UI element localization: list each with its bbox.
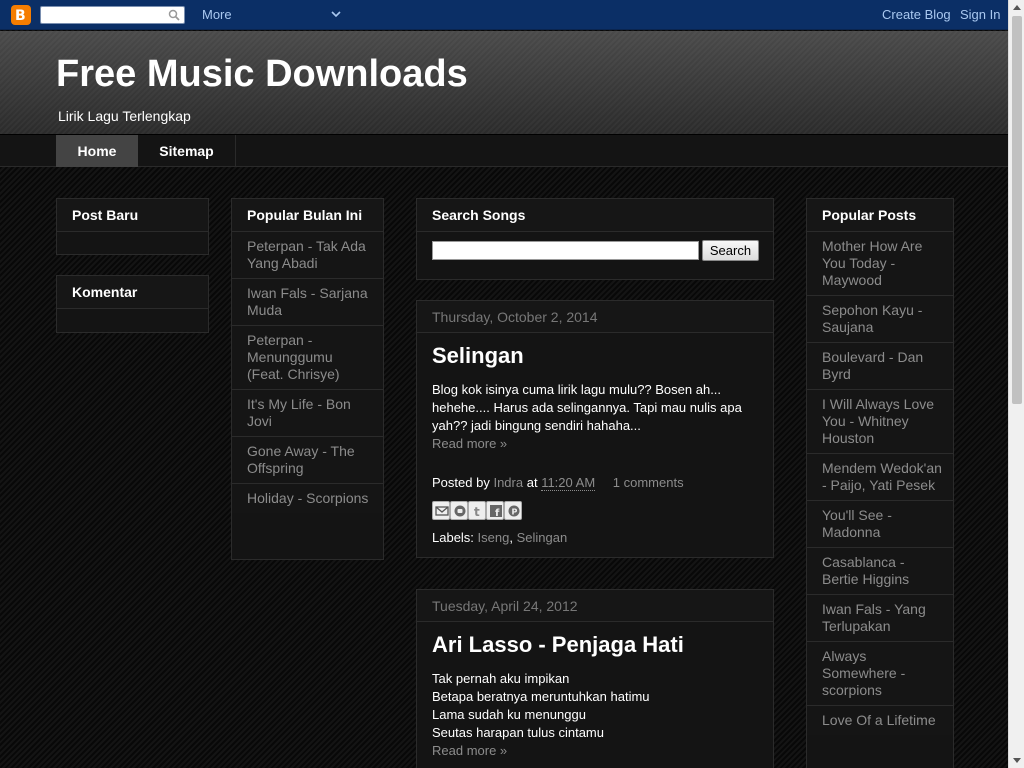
- popular-post-link[interactable]: Casablanca - Bertie Higgins: [822, 554, 909, 587]
- navbar-search-input[interactable]: [43, 8, 163, 22]
- logo-letter: B: [15, 8, 26, 24]
- popular-post-link[interactable]: I Will Always Love You - Whitney Houston: [822, 396, 934, 446]
- popular-bulan-link[interactable]: Holiday - Scorpions: [247, 490, 368, 506]
- blogger-logo-icon[interactable]: B: [11, 5, 31, 25]
- twitter-icon[interactable]: t: [468, 501, 486, 520]
- popular-post-item[interactable]: Mother How Are You Today - Maywood: [807, 232, 953, 296]
- post-timestamp[interactable]: 11:20 AM: [541, 475, 596, 491]
- popular-post-link[interactable]: Boulevard - Dan Byrd: [822, 349, 923, 382]
- post-body: Tak pernah aku impikan Betapa beratnya m…: [432, 670, 762, 760]
- popular-post-link[interactable]: Iwan Fals - Yang Terlupakan: [822, 601, 926, 634]
- popular-post-link[interactable]: Love Of a Lifetime: [822, 712, 936, 728]
- search-button[interactable]: Search: [702, 240, 759, 261]
- popular-bulan-link[interactable]: Peterpan - Menunggumu (Feat. Chrisye): [247, 332, 340, 382]
- komentar-widget: Komentar: [56, 275, 209, 333]
- popular-bulan-item[interactable]: Iwan Fals - Sarjana Muda: [232, 279, 383, 326]
- popular-post-item[interactable]: Always Somewhere - scorpions: [807, 642, 953, 706]
- popular-posts-widget: Popular Posts Mother How Are You Today -…: [806, 198, 954, 768]
- tab-sitemap[interactable]: Sitemap: [138, 135, 236, 167]
- blog-header: Free Music Downloads Lirik Lagu Terlengk…: [0, 31, 1008, 134]
- label-link[interactable]: Selingan: [517, 530, 568, 545]
- popular-bulan-item[interactable]: Peterpan - Tak Ada Yang Abadi: [232, 232, 383, 279]
- share-buttons: t f P: [432, 501, 522, 522]
- lyric-line: Tak pernah aku impikan: [432, 671, 570, 686]
- popular-bulan-title: Popular Bulan Ini: [232, 199, 383, 232]
- popular-bulan-link[interactable]: It's My Life - Bon Jovi: [247, 396, 351, 429]
- label-link[interactable]: Iseng: [478, 530, 510, 545]
- post-title[interactable]: Ari Lasso - Penjaga Hati: [432, 632, 684, 658]
- popular-post-item[interactable]: Love Of a Lifetime: [807, 706, 953, 735]
- label-separator: ,: [509, 530, 513, 545]
- pinterest-icon[interactable]: P: [504, 501, 522, 520]
- search-icon[interactable]: [168, 9, 180, 21]
- svg-text:t: t: [474, 505, 480, 518]
- popular-posts-title: Popular Posts: [807, 199, 953, 232]
- labels-label: Labels:: [432, 530, 474, 545]
- popular-bulan-link[interactable]: Peterpan - Tak Ada Yang Abadi: [247, 238, 366, 271]
- search-songs-input[interactable]: [432, 241, 699, 260]
- search-songs-widget: Search Songs Search: [416, 198, 774, 280]
- create-blog-link[interactable]: Create Blog: [882, 7, 951, 22]
- popular-post-item[interactable]: Sepohon Kayu - Saujana: [807, 296, 953, 343]
- author-link[interactable]: Indra: [493, 475, 523, 490]
- popular-post-link[interactable]: Mendem Wedok'an - Paijo, Yati Pesek: [822, 460, 942, 493]
- popular-bulan-item[interactable]: Holiday - Scorpions: [232, 484, 383, 513]
- scroll-up-arrow-icon[interactable]: [1013, 5, 1021, 10]
- tab-home[interactable]: Home: [56, 135, 138, 167]
- post-title[interactable]: Selingan: [432, 343, 524, 369]
- navbar-search-box: [40, 6, 185, 24]
- read-more-link[interactable]: Read more »: [432, 436, 507, 451]
- lyric-line: Betapa beratnya meruntuhkan hatimu: [432, 689, 650, 704]
- comments-link[interactable]: 1 comments: [613, 475, 684, 490]
- sign-in-link[interactable]: Sign In: [960, 7, 1000, 22]
- popular-post-link[interactable]: You'll See - Madonna: [822, 507, 892, 540]
- popular-bulan-link[interactable]: Gone Away - The Offspring: [247, 443, 355, 476]
- blogger-icon[interactable]: [450, 501, 468, 520]
- popular-post-item[interactable]: I Will Always Love You - Whitney Houston: [807, 390, 953, 454]
- post-labels: Labels: Iseng, Selingan: [432, 530, 567, 545]
- posted-by-label: Posted by: [432, 475, 490, 490]
- komentar-title: Komentar: [57, 276, 208, 309]
- lyric-line: Lama sudah ku menunggu: [432, 707, 586, 722]
- search-songs-title: Search Songs: [417, 199, 773, 232]
- post-excerpt: Blog kok isinya cuma lirik lagu mulu?? B…: [432, 382, 742, 433]
- scrollbar-thumb[interactable]: [1012, 16, 1022, 404]
- email-icon[interactable]: [432, 501, 450, 520]
- post-date: Thursday, October 2, 2014: [417, 301, 773, 333]
- popular-post-item[interactable]: You'll See - Madonna: [807, 501, 953, 548]
- page-scrollbar[interactable]: [1008, 0, 1024, 768]
- blog-post: Tuesday, April 24, 2012 Ari Lasso - Penj…: [416, 589, 774, 768]
- blog-description: Lirik Lagu Terlengkap: [58, 108, 191, 124]
- at-label: at: [526, 475, 538, 490]
- post-body: Blog kok isinya cuma lirik lagu mulu?? B…: [432, 381, 762, 453]
- page-tabs: Home Sitemap: [0, 134, 1008, 167]
- post-date: Tuesday, April 24, 2012: [417, 590, 773, 622]
- popular-post-link[interactable]: Always Somewhere - scorpions: [822, 648, 905, 698]
- blog-post: Thursday, October 2, 2014 Selingan Blog …: [416, 300, 774, 558]
- popular-post-item[interactable]: Boulevard - Dan Byrd: [807, 343, 953, 390]
- popular-post-item[interactable]: Mendem Wedok'an - Paijo, Yati Pesek: [807, 454, 953, 501]
- chevron-down-icon[interactable]: [330, 8, 342, 20]
- popular-post-item[interactable]: Iwan Fals - Yang Terlupakan: [807, 595, 953, 642]
- post-baru-widget: Post Baru: [56, 198, 209, 255]
- post-meta: Posted by Indra at 11:20 AM 1 comments: [432, 475, 684, 491]
- blogger-navbar: B More Create Blog Sign In: [0, 0, 1008, 30]
- post-baru-title: Post Baru: [57, 199, 208, 232]
- scroll-down-arrow-icon[interactable]: [1013, 758, 1021, 763]
- read-more-link[interactable]: Read more »: [432, 743, 507, 758]
- svg-text:P: P: [512, 508, 518, 517]
- popular-post-link[interactable]: Sepohon Kayu - Saujana: [822, 302, 922, 335]
- svg-text:f: f: [495, 508, 500, 518]
- popular-bulan-widget: Popular Bulan Ini Peterpan - Tak Ada Yan…: [231, 198, 384, 560]
- popular-bulan-link[interactable]: Iwan Fals - Sarjana Muda: [247, 285, 368, 318]
- popular-bulan-item[interactable]: Gone Away - The Offspring: [232, 437, 383, 484]
- popular-bulan-item[interactable]: It's My Life - Bon Jovi: [232, 390, 383, 437]
- lyric-line: Seutas harapan tulus cintamu: [432, 725, 604, 740]
- blog-title[interactable]: Free Music Downloads: [56, 53, 468, 96]
- popular-post-link[interactable]: Mother How Are You Today - Maywood: [822, 238, 922, 288]
- facebook-icon[interactable]: f: [486, 501, 504, 520]
- popular-bulan-item[interactable]: Peterpan - Menunggumu (Feat. Chrisye): [232, 326, 383, 390]
- navbar-more-link[interactable]: More: [202, 7, 232, 22]
- popular-post-item[interactable]: Casablanca - Bertie Higgins: [807, 548, 953, 595]
